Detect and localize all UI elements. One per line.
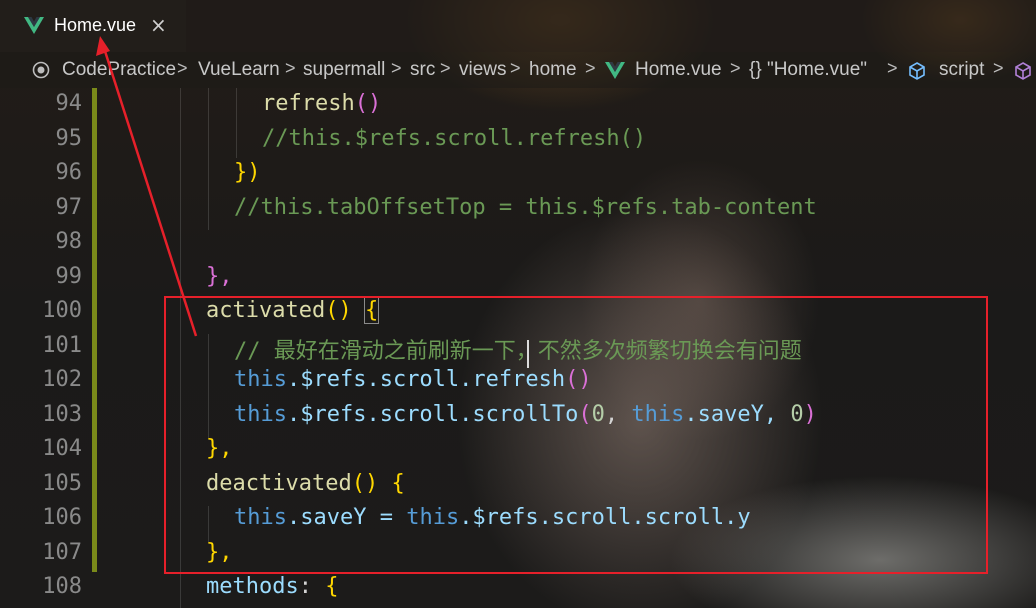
annotation-arrow xyxy=(96,36,198,337)
